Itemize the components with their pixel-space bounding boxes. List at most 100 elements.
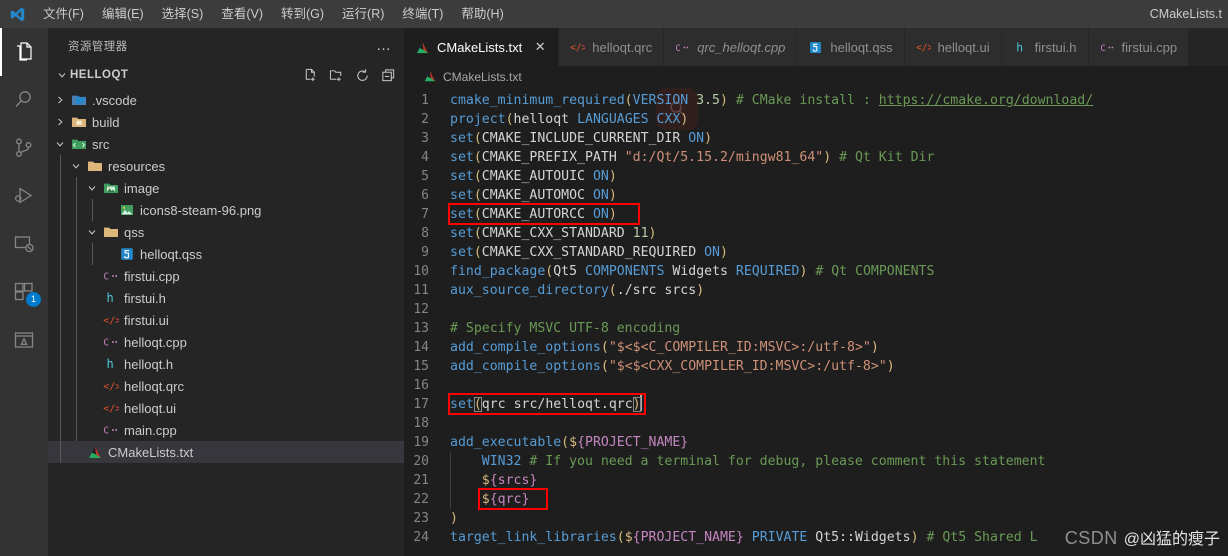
editor-tabs[interactable]: CMakeLists.txt ✕ </> helloqt.qrc Cqrc_helloq… [404, 28, 1228, 66]
code-line[interactable]: 5 set(CMAKE_AUTOUIC ON) [404, 167, 1228, 186]
menu-help[interactable]: 帮助(H) [452, 0, 512, 28]
new-folder-icon[interactable] [329, 68, 344, 83]
line-text[interactable]: set(qrc src/helloqt.qrc) [450, 395, 642, 414]
activitybar-search[interactable] [0, 76, 48, 124]
code-line[interactable]: 23) [404, 509, 1228, 528]
menu-bar[interactable]: 文件(F) 编辑(E) 选择(S) 查看(V) 转到(G) 运行(R) 终端(T… [34, 0, 513, 28]
tree-item-src[interactable]: src [48, 133, 404, 155]
menu-go[interactable]: 转到(G) [272, 0, 333, 28]
line-text[interactable]: set(CMAKE_INCLUDE_CURRENT_DIR ON) [450, 129, 712, 148]
line-text[interactable]: ) [450, 509, 458, 528]
tab-cmakelists-txt[interactable]: CMakeLists.txt ✕ [404, 28, 560, 66]
line-text[interactable]: # Specify MSVC UTF-8 encoding [450, 319, 680, 338]
tree-item-cmakelists-txt[interactable]: CMakeLists.txt [48, 441, 404, 463]
menu-edit[interactable]: 编辑(E) [93, 0, 153, 28]
code-line[interactable]: 15 add_compile_options("$<$<CXX_COMPILER_… [404, 357, 1228, 376]
tab-firstui-cpp[interactable]: Cfirstui.cpp [1088, 28, 1190, 66]
line-text[interactable]: set(CMAKE_CXX_STANDARD_REQUIRED ON) [450, 243, 728, 262]
collapse-all-icon[interactable] [381, 68, 396, 83]
code-line[interactable]: 1 cmake_minimum_required(VERSION 3.5) # C… [404, 91, 1228, 110]
code-line[interactable]: 11 aux_source_directory(./src srcs) [404, 281, 1228, 300]
line-text[interactable]: ${srcs} [450, 471, 537, 490]
sidebar-more-actions-button[interactable]: … [372, 37, 396, 54]
line-text[interactable]: set(CMAKE_AUTOUIC ON) [450, 167, 617, 186]
refresh-icon[interactable] [355, 68, 370, 83]
code-line[interactable]: 24 target_link_libraries(${PROJECT_NAME} … [404, 528, 1228, 547]
tree-item-firstui-cpp[interactable]: Cfirstui.cpp [48, 265, 404, 287]
tree-item-resources[interactable]: resources [48, 155, 404, 177]
code-line[interactable]: 10 find_package(Qt5 COMPONENTS Widgets RE… [404, 262, 1228, 281]
tree-item-helloqt-ui[interactable]: </> helloqt.ui [48, 397, 404, 419]
menu-terminal[interactable]: 终端(T) [393, 0, 452, 28]
menu-run[interactable]: 运行(R) [333, 0, 393, 28]
breadcrumb[interactable]: CMakeLists.txt [404, 66, 1228, 88]
tree-item-helloqt-qrc[interactable]: </> helloqt.qrc [48, 375, 404, 397]
line-text[interactable]: find_package(Qt5 COMPONENTS Widgets REQU… [450, 262, 934, 281]
code-line[interactable]: 4 set(CMAKE_PREFIX_PATH "d:/Qt/5.15.2/min… [404, 148, 1228, 167]
menu-selection[interactable]: 选择(S) [153, 0, 213, 28]
tree-item-helloqt-cpp[interactable]: Chelloqt.cpp [48, 331, 404, 353]
line-text[interactable]: add_executable(${PROJECT_NAME} [450, 433, 688, 452]
code-line[interactable]: 3 set(CMAKE_INCLUDE_CURRENT_DIR ON) [404, 129, 1228, 148]
code-line[interactable]: 22 ${qrc} [404, 490, 1228, 509]
code-line[interactable]: 9 set(CMAKE_CXX_STANDARD_REQUIRED ON) [404, 243, 1228, 262]
code-content[interactable]: 1 cmake_minimum_required(VERSION 3.5) # C… [404, 88, 1228, 556]
tree-item-helloqt-qss[interactable]: helloqt.qss [48, 243, 404, 265]
chevron-down-icon[interactable] [52, 138, 68, 150]
tree-item-main-cpp[interactable]: Cmain.cpp [48, 419, 404, 441]
tree-item-build[interactable]: build [48, 111, 404, 133]
line-text[interactable]: ${qrc} [450, 490, 529, 509]
code-line[interactable]: 18 [404, 414, 1228, 433]
activitybar-source-control[interactable] [0, 124, 48, 172]
tree-item-firstui-ui[interactable]: </> firstui.ui [48, 309, 404, 331]
code-line[interactable]: 20 WIN32 # If you need a terminal for de… [404, 452, 1228, 471]
breadcrumb-label[interactable]: CMakeLists.txt [443, 70, 522, 84]
code-line[interactable]: 8 set(CMAKE_CXX_STANDARD 11) [404, 224, 1228, 243]
chevron-down-icon[interactable] [68, 160, 84, 172]
tab-firstui-h[interactable]: h firstui.h [1001, 28, 1089, 66]
line-text[interactable]: aux_source_directory(./src srcs) [450, 281, 704, 300]
close-icon[interactable]: ✕ [533, 39, 547, 55]
activitybar-cmake-tools[interactable] [0, 316, 48, 364]
menu-file[interactable]: 文件(F) [34, 0, 93, 28]
new-file-icon[interactable] [303, 68, 318, 83]
tree-item-firstui-h[interactable]: h firstui.h [48, 287, 404, 309]
code-line[interactable]: 6 set(CMAKE_AUTOMOC ON) [404, 186, 1228, 205]
file-tree[interactable]: .vscode build src resources image icons8-stea… [48, 87, 404, 556]
code-line[interactable]: 2 project(helloqt LANGUAGES CXX) [404, 110, 1228, 129]
tab-helloqt-qss[interactable]: helloqt.qss [797, 28, 905, 66]
line-text[interactable]: add_compile_options("$<$<CXX_COMPILER_ID… [450, 357, 895, 376]
chevron-down-icon[interactable] [84, 182, 100, 194]
code-line[interactable]: 19 add_executable(${PROJECT_NAME} [404, 433, 1228, 452]
line-text[interactable]: project(helloqt LANGUAGES CXX) [450, 110, 688, 129]
tree-item-qss[interactable]: qss [48, 221, 404, 243]
line-text[interactable]: target_link_libraries(${PROJECT_NAME} PR… [450, 528, 1038, 547]
activitybar-run-and-debug[interactable] [0, 172, 48, 220]
line-text[interactable]: set(CMAKE_CXX_STANDARD 11) [450, 224, 657, 243]
line-text[interactable]: set(CMAKE_PREFIX_PATH "d:/Qt/5.15.2/ming… [450, 148, 934, 167]
code-line[interactable]: 21 ${srcs} [404, 471, 1228, 490]
activitybar-explorer[interactable] [0, 28, 48, 76]
tree-item-image[interactable]: image [48, 177, 404, 199]
workspace-folder-row[interactable]: HELLOQT [48, 63, 404, 87]
code-line[interactable]: 14 add_compile_options("$<$<C_COMPILER_ID… [404, 338, 1228, 357]
code-line[interactable]: 16 [404, 376, 1228, 395]
activitybar-extensions[interactable]: 1 [0, 268, 48, 316]
tree-item-icons8-steam-96-png[interactable]: icons8-steam-96.png [48, 199, 404, 221]
text-editor[interactable]: 1 cmake_minimum_required(VERSION 3.5) # C… [404, 88, 1228, 556]
tab-qrc-helloqt-cpp[interactable]: Cqrc_helloqt.cpp [664, 28, 798, 66]
code-line[interactable]: 7 set(CMAKE_AUTORCC ON) [404, 205, 1228, 224]
chevron-right-icon[interactable] [52, 94, 68, 106]
code-line[interactable]: 13 # Specify MSVC UTF-8 encoding [404, 319, 1228, 338]
line-text[interactable]: set(CMAKE_AUTORCC ON) [450, 205, 617, 224]
code-line[interactable]: 12 [404, 300, 1228, 319]
tab-helloqt-qrc[interactable]: </> helloqt.qrc [559, 28, 665, 66]
chevron-right-icon[interactable] [52, 116, 68, 128]
menu-view[interactable]: 查看(V) [212, 0, 272, 28]
line-text[interactable]: WIN32 # If you need a terminal for debug… [450, 452, 1045, 471]
code-line[interactable]: 17 set(qrc src/helloqt.qrc) [404, 395, 1228, 414]
tree-item--vscode[interactable]: .vscode [48, 89, 404, 111]
line-text[interactable]: set(CMAKE_AUTOMOC ON) [450, 186, 617, 205]
line-text[interactable]: cmake_minimum_required(VERSION 3.5) # CM… [450, 91, 1093, 110]
tree-item-helloqt-h[interactable]: h helloqt.h [48, 353, 404, 375]
